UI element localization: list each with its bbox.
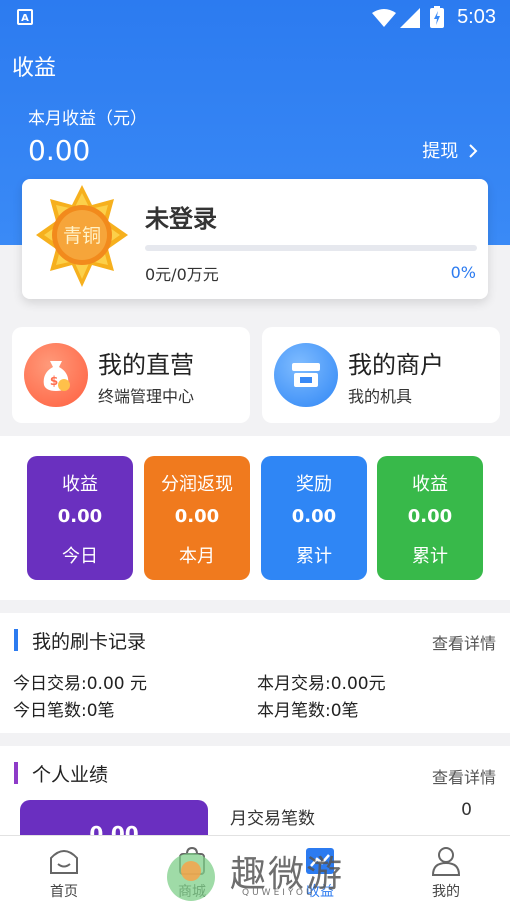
swipe-record-details-link[interactable]: 查看详情	[432, 630, 496, 654]
withdraw-button[interactable]: 提现	[422, 137, 478, 163]
month-earnings-value: 0.00	[28, 134, 91, 167]
monthly-trade-count-value: 0	[461, 800, 472, 820]
today-trade: 今日交易:0.00 元	[13, 674, 147, 694]
stat-period: 今日	[62, 546, 98, 567]
watermark-logo-icon	[167, 853, 215, 901]
wifi-icon	[372, 9, 396, 27]
notification-icon: A	[17, 9, 33, 25]
chevron-right-icon	[469, 144, 478, 158]
my-merchant-card[interactable]: 我的商户 我的机具	[262, 327, 500, 423]
section-accent-bar	[14, 762, 18, 784]
today-count: 今日笔数:0笔	[13, 701, 115, 721]
user-icon	[431, 847, 461, 876]
money-bag-icon: $	[24, 343, 88, 407]
stat-value: 0.00	[174, 506, 220, 527]
store-icon	[274, 343, 338, 407]
level-amount: 0元/0万元	[145, 265, 219, 284]
performance-title: 个人业绩	[32, 764, 109, 786]
battery-icon	[430, 6, 444, 28]
stat-period: 本月	[179, 546, 215, 567]
stat-value: 0.00	[407, 506, 453, 527]
page-title: 收益	[12, 56, 57, 81]
stat-value: 0.00	[291, 506, 337, 527]
home-icon	[50, 850, 78, 874]
stat-label: 收益	[62, 474, 98, 495]
withdraw-label: 提现	[422, 141, 459, 162]
my-direct-card[interactable]: $ 我的直营 终端管理中心	[12, 327, 250, 423]
my-direct-subtitle: 终端管理中心	[98, 387, 195, 406]
stat-tile-month-cashback[interactable]: 分润返现 0.00 本月	[144, 456, 250, 580]
signal-icon	[400, 8, 420, 28]
status-time: 5:03	[457, 6, 496, 28]
my-merchant-title: 我的商户	[348, 351, 444, 379]
swipe-record-title: 我的刷卡记录	[32, 631, 147, 653]
stat-label: 奖励	[296, 474, 332, 495]
tab-home[interactable]: 首页	[0, 836, 128, 907]
my-direct-title: 我的直营	[98, 351, 194, 379]
section-accent-bar	[14, 629, 18, 651]
svg-text:$: $	[50, 374, 58, 388]
level-percent: 0%	[450, 263, 476, 282]
month-trade: 本月交易:0.00元	[257, 674, 386, 694]
month-count: 本月笔数:0笔	[257, 701, 359, 721]
medal-text: 青铜	[63, 225, 101, 247]
tab-label: 首页	[50, 884, 78, 900]
bronze-medal-icon: 青铜	[36, 185, 128, 287]
watermark-subtext: QUWEIYOU	[242, 888, 316, 898]
stat-label: 分润返现	[161, 474, 233, 495]
monthly-trade-count-label: 月交易笔数	[230, 809, 315, 829]
stat-label: 收益	[412, 474, 448, 495]
month-earnings-label: 本月收益（元）	[28, 109, 147, 129]
stat-value: 0.00	[57, 506, 103, 527]
login-status[interactable]: 未登录	[145, 199, 217, 234]
my-merchant-subtitle: 我的机具	[348, 387, 413, 406]
stat-tile-today-earnings[interactable]: 收益 0.00 今日	[27, 456, 133, 580]
watermark: 趣微游 QUWEIYOU	[160, 843, 360, 901]
stat-period: 累计	[412, 546, 448, 567]
stat-period: 累计	[296, 546, 332, 567]
level-progress-bar	[145, 245, 477, 251]
level-card[interactable]: 青铜 未登录 0元/0万元 0%	[22, 179, 488, 299]
stat-tile-total-earnings[interactable]: 收益 0.00 累计	[377, 456, 483, 580]
tab-mine[interactable]: 我的	[382, 836, 510, 907]
stat-tile-total-reward[interactable]: 奖励 0.00 累计	[261, 456, 367, 580]
status-bar: A 5:03	[0, 0, 510, 36]
performance-details-link[interactable]: 查看详情	[432, 764, 496, 788]
tab-label: 我的	[432, 884, 460, 900]
